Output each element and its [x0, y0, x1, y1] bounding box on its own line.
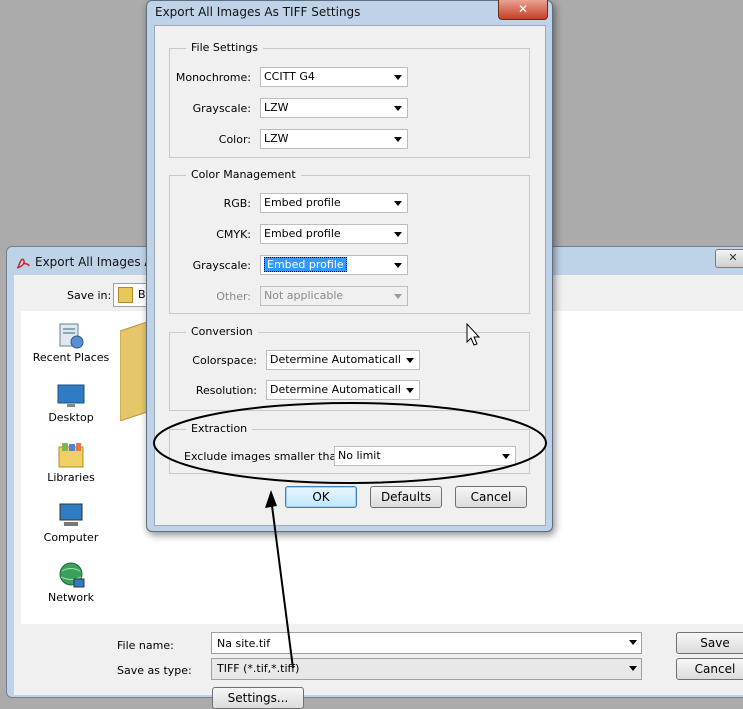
annotation-overlay — [153, 322, 547, 669]
highlight-ellipse — [153, 402, 547, 484]
mouse-pointer-icon — [466, 322, 481, 346]
arrow-head-icon — [265, 490, 277, 508]
settings-button[interactable]: Settings... — [212, 687, 304, 709]
annotation-arrow — [270, 497, 294, 669]
